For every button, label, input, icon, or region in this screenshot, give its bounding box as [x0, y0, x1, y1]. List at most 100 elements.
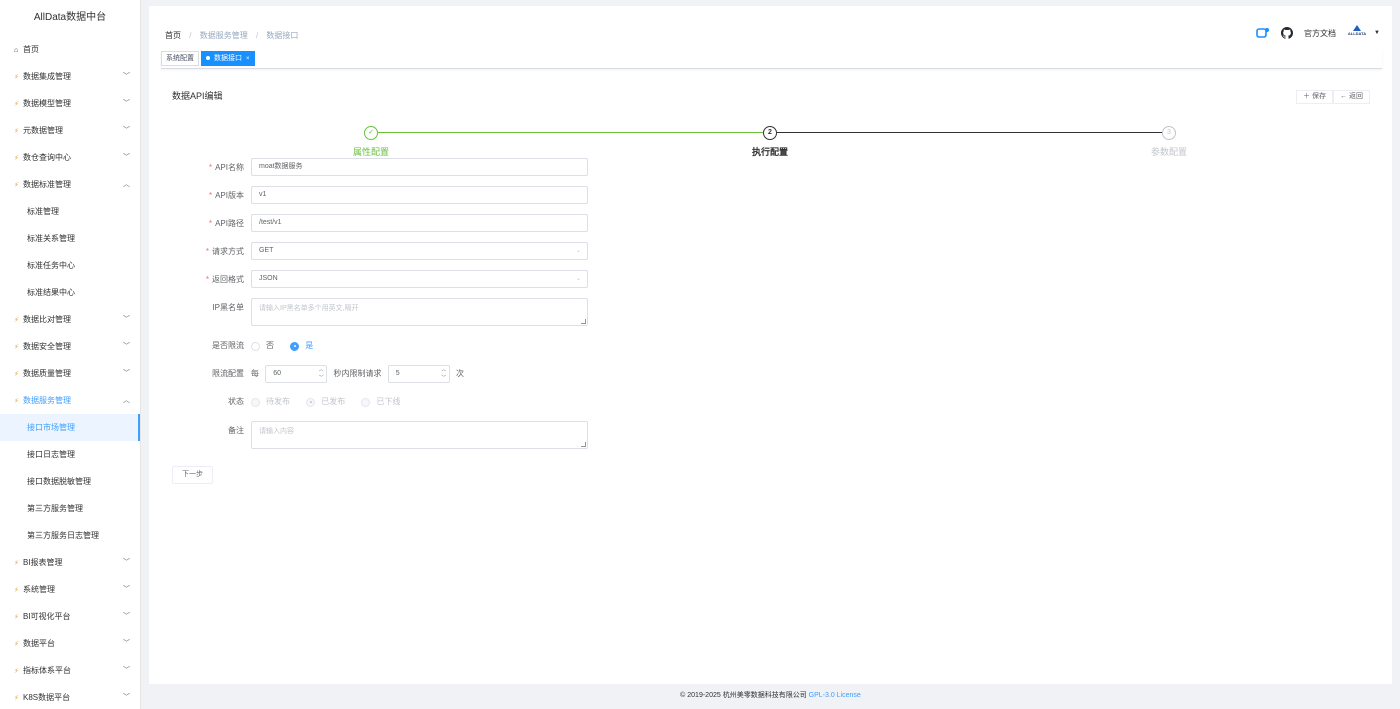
screenfull-icon[interactable] — [1256, 26, 1270, 40]
menu-icon: ⚡ — [14, 398, 19, 405]
sidebar-item[interactable]: ⚡ BI报表管理 ﹀ — [0, 549, 140, 576]
step-line-2 — [777, 132, 1162, 133]
chevron-down-icon: ﹀ — [123, 667, 130, 674]
chevron-down-icon: ﹀ — [123, 694, 130, 701]
api-version-label: * API版本 — [208, 191, 244, 200]
api-version-input[interactable]: v1 — [251, 186, 588, 204]
sidebar-item[interactable]: ⚡ 元数据管理 ﹀ — [0, 117, 140, 144]
rate-limit-no-radio[interactable]: 否 — [251, 336, 274, 356]
breadcrumb: 首页 / 数据服务管理 / 数据接口 — [165, 30, 298, 41]
save-button[interactable]: ＋ 保存 — [1296, 90, 1334, 104]
chevron-down-icon: ﹀ — [123, 73, 130, 80]
deny-textarea[interactable]: 请输入IP黑名单多个用英文,隔开 — [251, 298, 588, 326]
sidebar-item-label: 首页 — [23, 45, 39, 54]
stepper-arrows-icon[interactable]: ︿ ﹀ — [439, 366, 449, 382]
sidebar-item-label: 数仓查询中心 — [23, 153, 71, 162]
sidebar-subitem[interactable]: 接口市场管理 — [0, 414, 140, 441]
sidebar-item-label: 系统管理 — [23, 585, 55, 594]
api-path-input[interactable]: /test/v1 — [251, 214, 588, 232]
tag-system-config[interactable]: 系统配置 — [161, 51, 199, 66]
back-label: 返回 — [1349, 93, 1363, 100]
docs-link[interactable]: 官方文档 — [1304, 28, 1336, 39]
card-actions: ＋ 保存 ← 返回 — [1296, 90, 1370, 104]
chevron-down-icon: ﹀ — [123, 127, 130, 134]
back-button[interactable]: ← 返回 — [1333, 90, 1370, 104]
req-method-label: * 请求方式 — [205, 247, 244, 256]
sidebar-item[interactable]: ⚡ K8S数据平台 ﹀ — [0, 684, 140, 709]
req-method-value: GET — [259, 247, 274, 254]
breadcrumb-item-home[interactable]: 首页 — [165, 31, 181, 40]
req-method-select[interactable]: GET ⌄ — [251, 242, 588, 260]
sidebar-item-label: 数据质量管理 — [23, 369, 71, 378]
sidebar-item[interactable]: ⚡ BI可视化平台 ﹀ — [0, 603, 140, 630]
sidebar-item-label: BI报表管理 — [23, 558, 63, 567]
sidebar-item[interactable]: ⚡ 数据比对管理 ﹀ — [0, 306, 140, 333]
status-label: 状态 — [228, 397, 244, 406]
tag-data-api[interactable]: 数据接口 × — [201, 51, 255, 66]
sidebar-item[interactable]: ⚡ 数据标准管理 ︿ — [0, 171, 140, 198]
sidebar-item[interactable]: ⚡ 数据服务管理 ︿ — [0, 387, 140, 414]
chevron-down-icon: ﹀ — [123, 316, 130, 323]
res-type-value: JSON — [259, 275, 278, 282]
sidebar-item[interactable]: ⚡ 系统管理 ﹀ — [0, 576, 140, 603]
sidebar-item[interactable]: ⚡ 数据集成管理 ﹀ — [0, 63, 140, 90]
step-2-label: 执行配置 — [751, 147, 788, 157]
chevron-down-icon: ﹀ — [123, 100, 130, 107]
form-row-deny: IP黑名单 请输入IP黑名单多个用英文,隔开 — [149, 298, 749, 326]
sidebar-item-label: 数据安全管理 — [23, 342, 71, 351]
sidebar-item[interactable]: ⌂ 首页 — [0, 36, 140, 63]
page-title: 数据API编辑 — [172, 91, 223, 101]
sidebar-item-label: 数据标准管理 — [23, 180, 71, 189]
form-row-api-version: * API版本 v1 — [149, 186, 749, 206]
app-title: AllData数据中台 — [33, 12, 107, 23]
form-row-rate-limit: 是否限流 否 是 — [149, 336, 749, 356]
stepper-arrows-icon[interactable]: ︿ ﹀ — [316, 366, 326, 382]
status-offline-radio[interactable]: 已下线 — [361, 392, 400, 412]
limit-prefix: 每 — [251, 369, 259, 378]
sidebar-item[interactable]: ⚡ 数据质量管理 ﹀ — [0, 360, 140, 387]
sidebar-subitem[interactable]: 第三方服务管理 — [0, 495, 140, 522]
sidebar-item[interactable]: ⚡ 数据平台 ﹀ — [0, 630, 140, 657]
chevron-down-icon: ﹀ — [123, 370, 130, 377]
sidebar-subitem[interactable]: 第三方服务日志管理 — [0, 522, 140, 549]
license-link[interactable]: GPL-3.0 License — [809, 692, 861, 699]
seconds-stepper[interactable]: 60 ︿ ﹀ — [265, 365, 328, 383]
rate-limit-yes-radio[interactable]: 是 — [290, 336, 313, 356]
status-published-radio[interactable]: 已发布 — [306, 392, 345, 412]
user-menu[interactable]: ALLDATA ▼ — [1346, 25, 1380, 39]
remark-label: 备注 — [228, 426, 244, 435]
api-name-input[interactable]: moat数据服务 — [251, 158, 588, 176]
step-line-1 — [378, 132, 763, 133]
step-3-icon: 3 — [1162, 126, 1176, 140]
sidebar-subitem[interactable]: 接口数据脱敏管理 — [0, 468, 140, 495]
form-row-api-name: * API名称 moat数据服务 — [149, 158, 749, 178]
navbar: 首页 / 数据服务管理 / 数据接口 官方文档 ALLDATA ▼ — [149, 6, 1392, 54]
form-row-status: 状态 待发布 已发布 已下线 — [149, 392, 749, 412]
close-icon[interactable]: × — [246, 56, 250, 62]
github-icon[interactable] — [1280, 26, 1294, 40]
sidebar-subitem[interactable]: 标准任务中心 — [0, 252, 140, 279]
res-type-label: * 返回格式 — [205, 275, 244, 284]
breadcrumb-separator: / — [189, 31, 192, 40]
next-step-button[interactable]: 下一步 — [172, 466, 213, 484]
sidebar-subitem[interactable]: 标准结果中心 — [0, 279, 140, 306]
check-icon: ✓ — [364, 126, 378, 140]
sidebar-item-label: 数据平台 — [23, 639, 55, 648]
form-row-api-path: * API路径 /test/v1 — [149, 214, 749, 234]
sidebar-item[interactable]: ⚡ 指标体系平台 ﹀ — [0, 657, 140, 684]
form-row-res-type: * 返回格式 JSON ⌄ — [149, 270, 749, 290]
remark-textarea[interactable]: 请输入内容 — [251, 421, 588, 449]
times-stepper[interactable]: 5 ︿ ﹀ — [387, 365, 450, 383]
status-pending-radio[interactable]: 待发布 — [251, 392, 290, 412]
sidebar-subitem[interactable]: 标准管理 — [0, 198, 140, 225]
sidebar-subitem[interactable]: 标准关系管理 — [0, 225, 140, 252]
menu-icon: ⚡ — [14, 128, 19, 135]
sidebar-item[interactable]: ⚡ 数据安全管理 ﹀ — [0, 333, 140, 360]
sidebar-item[interactable]: ⚡ 数仓查询中心 ﹀ — [0, 144, 140, 171]
menu-icon: ⚡ — [14, 344, 19, 351]
res-type-select[interactable]: JSON ⌄ — [251, 270, 588, 288]
header-right-menu: 官方文档 ALLDATA ▼ — [1256, 25, 1380, 40]
active-dot-icon — [206, 56, 210, 61]
sidebar-item[interactable]: ⚡ 数据模型管理 ﹀ — [0, 90, 140, 117]
sidebar-subitem[interactable]: 接口日志管理 — [0, 441, 140, 468]
